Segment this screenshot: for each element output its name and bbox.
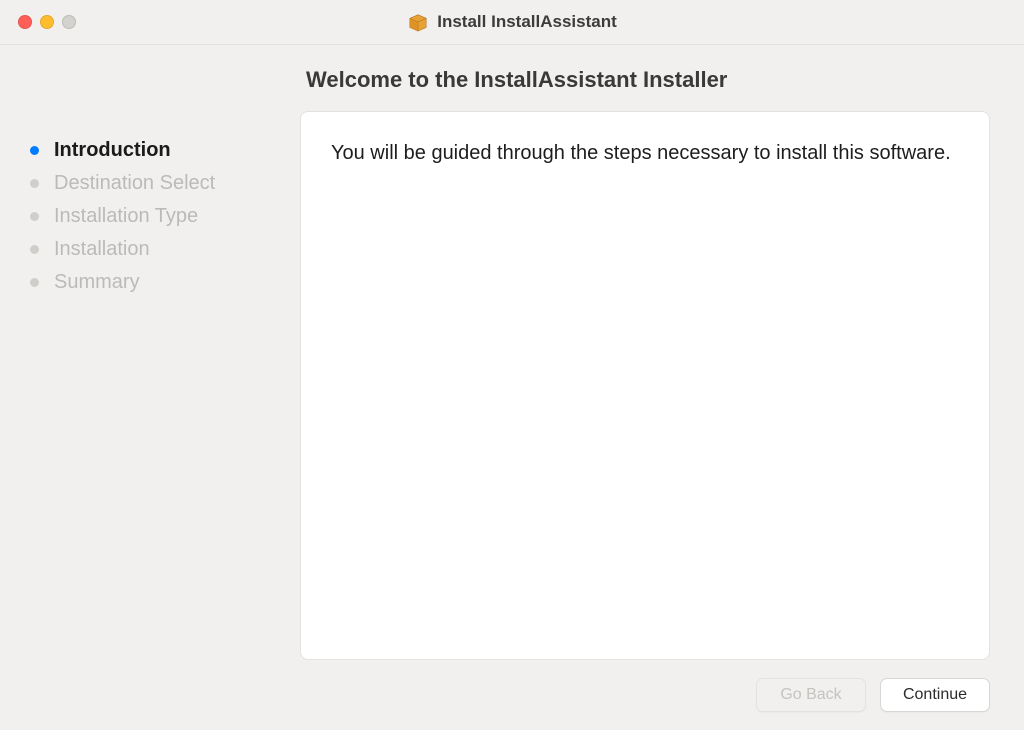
package-icon <box>407 12 429 32</box>
step-label: Summary <box>54 272 140 292</box>
step-bullet-icon <box>30 245 39 254</box>
body: Introduction Destination Select Installa… <box>0 45 1024 730</box>
step-label: Destination Select <box>54 173 215 193</box>
installer-window: Install InstallAssistant Introduction De… <box>0 0 1024 730</box>
step-bullet-icon <box>30 179 39 188</box>
close-button[interactable] <box>18 15 32 29</box>
step-summary: Summary <box>30 272 282 292</box>
step-installation-type: Installation Type <box>30 206 282 226</box>
step-bullet-icon <box>30 212 39 221</box>
maximize-button <box>62 15 76 29</box>
step-label: Introduction <box>54 140 171 160</box>
page-heading: Welcome to the InstallAssistant Installe… <box>306 67 990 93</box>
step-introduction: Introduction <box>30 140 282 160</box>
traffic-lights <box>18 15 76 29</box>
step-label: Installation <box>54 239 150 259</box>
titlebar: Install InstallAssistant <box>0 0 1024 45</box>
continue-button[interactable]: Continue <box>880 678 990 712</box>
content-card: You will be guided through the steps nec… <box>300 111 990 660</box>
step-label: Installation Type <box>54 206 198 226</box>
footer: Go Back Continue <box>300 660 990 712</box>
title-wrap: Install InstallAssistant <box>407 12 617 32</box>
minimize-button[interactable] <box>40 15 54 29</box>
content-text: You will be guided through the steps nec… <box>331 140 959 167</box>
main-pane: Welcome to the InstallAssistant Installe… <box>300 45 1024 730</box>
step-destination-select: Destination Select <box>30 173 282 193</box>
step-bullet-icon <box>30 146 39 155</box>
step-installation: Installation <box>30 239 282 259</box>
go-back-button: Go Back <box>756 678 866 712</box>
step-bullet-icon <box>30 278 39 287</box>
sidebar: Introduction Destination Select Installa… <box>0 45 300 730</box>
step-list: Introduction Destination Select Installa… <box>30 140 282 292</box>
window-title: Install InstallAssistant <box>437 12 617 32</box>
